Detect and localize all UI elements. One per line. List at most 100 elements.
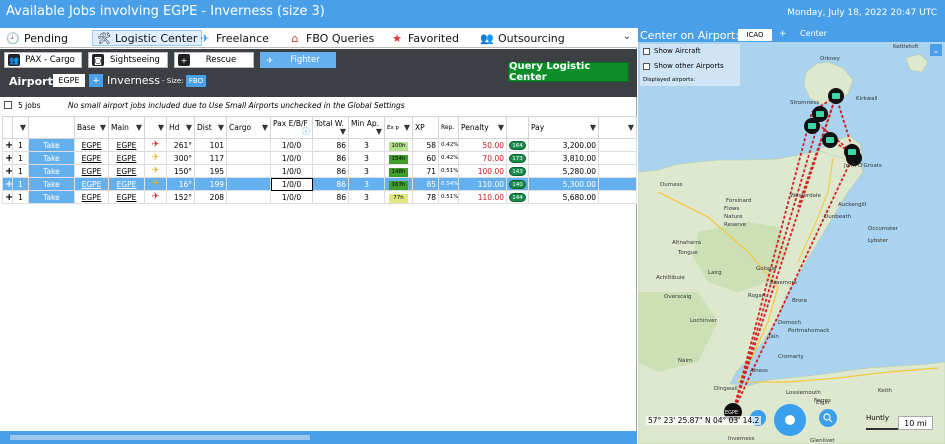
subtab-rescue[interactable]: + Rescue: [174, 52, 254, 68]
cargo-cell: [226, 151, 271, 165]
map-label: Brora: [792, 298, 807, 304]
take-button[interactable]: Take: [28, 164, 75, 178]
filter-icon[interactable]: ▼: [628, 123, 634, 132]
main-link[interactable]: EGPE: [108, 138, 145, 152]
fbo-button[interactable]: FBO: [186, 75, 206, 87]
filter-icon[interactable]: ▼: [590, 123, 596, 132]
column-header-pay[interactable]: Pay ▼: [528, 116, 599, 139]
map-add-button[interactable]: +: [779, 29, 787, 39]
column-header-pax[interactable]: Pax E/B/F ⓘ: [270, 116, 313, 139]
main-link[interactable]: EGPE: [108, 151, 145, 165]
column-header-dist[interactable]: Dist ▼: [194, 116, 227, 139]
subtab-fighter[interactable]: ✈ Fighter: [260, 52, 336, 68]
take-button[interactable]: Take: [28, 138, 75, 152]
level-badge: 143: [509, 167, 526, 176]
exp-badge: 154h: [389, 154, 408, 164]
tab-fbo-queries[interactable]: ⌂ FBO Queries: [288, 30, 375, 46]
fighter-jet-icon: ✈: [144, 164, 167, 178]
select-all-checkbox[interactable]: [4, 101, 12, 109]
airport-add-button[interactable]: +: [89, 74, 103, 87]
column-header-hd[interactable]: Hd ▼: [166, 116, 195, 139]
subtab-sightseeing[interactable]: ◙ Sightseeing: [88, 52, 168, 68]
base-link[interactable]: EGPE: [74, 164, 109, 178]
tab-freelance[interactable]: ✈ Freelance: [198, 30, 269, 46]
column-header-penalty[interactable]: Penalty ▼: [458, 116, 507, 139]
expand-row-button[interactable]: +: [2, 190, 13, 204]
filter-icon[interactable]: ▼: [20, 123, 26, 132]
take-button[interactable]: Take: [28, 190, 75, 204]
expand-row-button[interactable]: +: [2, 138, 13, 152]
filter-icon[interactable]: ▼: [158, 123, 164, 132]
qty-cell: 1: [12, 164, 29, 178]
tab-favorited[interactable]: ★ Favorited: [390, 30, 459, 46]
horizontal-scrollbar[interactable]: [0, 431, 637, 444]
filter-icon[interactable]: ▼: [340, 127, 346, 136]
main-link[interactable]: EGPE: [108, 190, 145, 204]
icao-input[interactable]: ICAO: [738, 29, 772, 41]
map-label: Braemore: [770, 280, 798, 286]
take-button[interactable]: Take: [28, 151, 75, 165]
map-header: Center on Airport: ICAO + Center: [638, 28, 945, 42]
tools-icon: 🛠: [97, 31, 111, 45]
map-label: Westerdale: [790, 193, 821, 199]
base-link[interactable]: EGPE: [74, 177, 109, 191]
table-row[interactable]: +1TakeEGPEEGPE✈150°1951/0/0863148h710.51…: [2, 164, 637, 178]
column-header[interactable]: ▼: [598, 116, 637, 139]
badge-cell: 144: [506, 190, 529, 204]
column-header-rep[interactable]: Rep.: [438, 116, 459, 139]
table-row[interactable]: +1TakeEGPEEGPE✈152°2081/0/086377h780.51%…: [2, 190, 637, 204]
base-link[interactable]: EGPE: [74, 190, 109, 204]
exp-badge: 100h: [389, 141, 408, 151]
base-link[interactable]: EGPE: [74, 138, 109, 152]
expand-row-button[interactable]: +: [2, 177, 13, 191]
filter-icon[interactable]: ▼: [218, 123, 224, 132]
airport-code-field[interactable]: EGPE: [53, 74, 85, 87]
show-other-checkbox[interactable]: [643, 62, 650, 70]
expand-row-button[interactable]: +: [2, 164, 13, 178]
column-header-min-ap[interactable]: Min Ap. ▼: [348, 116, 385, 139]
filter-icon[interactable]: ▼: [186, 123, 192, 132]
show-other-airports-option[interactable]: Show other Airports: [643, 62, 724, 70]
land-island: [905, 53, 929, 73]
column-header-xp[interactable]: XP: [412, 116, 439, 139]
main-link[interactable]: EGPE: [108, 164, 145, 178]
filter-icon[interactable]: ▼: [100, 123, 106, 132]
map-view[interactable]: Kettletoft Orkney Stromness Kirkwall Joh…: [638, 42, 945, 444]
filter-icon[interactable]: ▼: [262, 123, 268, 132]
info-icon[interactable]: ⓘ: [302, 127, 310, 136]
filter-icon[interactable]: ▼: [404, 123, 410, 131]
filter-icon[interactable]: ▼: [498, 123, 504, 132]
column-header[interactable]: ▼: [12, 116, 29, 139]
people-icon: 👥: [480, 31, 494, 45]
column-header-type[interactable]: ▼: [144, 116, 167, 139]
show-aircraft-checkbox[interactable]: [643, 47, 650, 55]
tab-outsourcing[interactable]: 👥 Outsourcing: [480, 30, 565, 46]
tab-logistic-center[interactable]: 🛠 Logistic Center: [92, 30, 203, 46]
table-row[interactable]: +1TakeEGPEEGPE✈261°1011/0/0863100h580.42…: [2, 138, 637, 152]
subtab-pax-cargo[interactable]: 👥 PAX - Cargo: [4, 52, 82, 68]
take-button[interactable]: Take: [28, 177, 75, 191]
center-button[interactable]: Center: [800, 29, 827, 38]
main-link[interactable]: EGPE: [108, 177, 145, 191]
xp-cell: 58: [412, 138, 439, 152]
column-header-total-w[interactable]: Total W. ▼: [312, 116, 349, 139]
map-label: Lochinver: [690, 318, 717, 324]
scrollbar-thumb[interactable]: [10, 435, 310, 440]
map-label: Keith: [878, 388, 892, 394]
filter-icon[interactable]: ▼: [376, 127, 382, 136]
map-pane: Center on Airport: ICAO + Center Kettlet…: [638, 28, 945, 444]
map-collapse-button[interactable]: ⌄: [930, 44, 942, 56]
tab-pending[interactable]: 🕘 Pending: [6, 30, 68, 46]
column-header-base[interactable]: Base ▼: [74, 116, 109, 139]
expand-row-button[interactable]: +: [2, 151, 13, 165]
filter-icon[interactable]: ▼: [136, 123, 142, 132]
column-header-cargo[interactable]: Cargo ▼: [226, 116, 271, 139]
column-header-main[interactable]: Main ▼: [108, 116, 145, 139]
query-logistic-center-button[interactable]: Query Logistic Center: [508, 61, 629, 83]
chevron-down-icon[interactable]: ⌄: [623, 31, 631, 42]
table-row[interactable]: +1TakeEGPEEGPE✈300°1171/0/0863154h600.42…: [2, 151, 637, 165]
column-header-exp[interactable]: Ex p ▼: [384, 116, 413, 139]
base-link[interactable]: EGPE: [74, 151, 109, 165]
table-row[interactable]: +1TakeEGPEEGPE✈16°1991/0/0863167h850.54%…: [2, 177, 637, 191]
show-aircraft-option[interactable]: Show Aircraft: [643, 47, 701, 55]
